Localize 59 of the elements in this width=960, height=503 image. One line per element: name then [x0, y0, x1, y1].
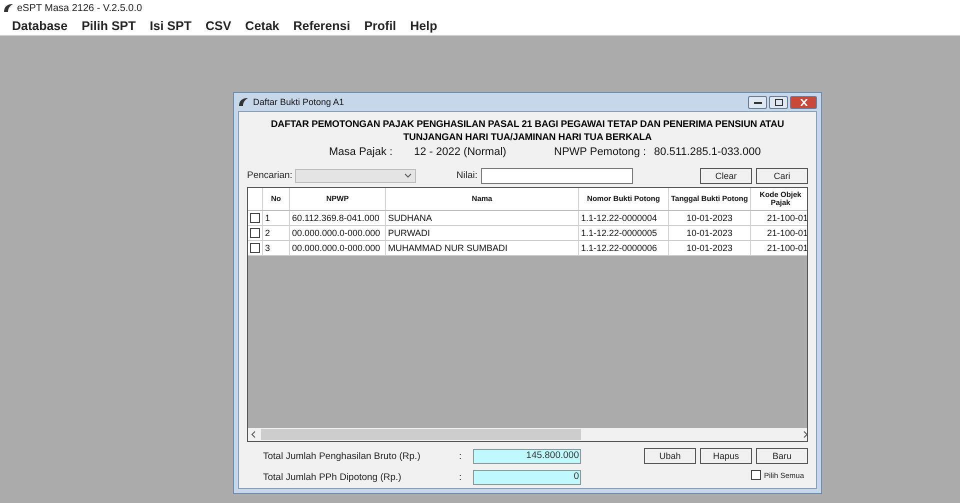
- masa-label: Masa Pajak :: [329, 146, 394, 158]
- npwp-label: NPWP Pemotong :: [554, 146, 648, 158]
- search-label: Pencarian:: [247, 170, 292, 181]
- row-checkbox[interactable]: [250, 243, 260, 253]
- dialog-title: Daftar Bukti Potong A1: [253, 97, 344, 107]
- close-icon: [800, 98, 808, 106]
- menu-item[interactable]: Pilih SPT: [74, 18, 143, 32]
- menu-item[interactable]: Isi SPT: [142, 18, 198, 32]
- search-button[interactable]: Cari: [756, 168, 808, 184]
- total-label: Total Jumlah PPh Dipotong (Rp.): [263, 472, 402, 484]
- menu-item[interactable]: Help: [403, 18, 444, 32]
- horizontal-scrollbar[interactable]: [248, 428, 807, 441]
- action-button[interactable]: Hapus: [700, 448, 752, 464]
- chevron-down-icon: [404, 173, 412, 178]
- window-title: eSPT Masa 2126 - V.2.5.0.0: [17, 2, 142, 14]
- table-cell: 10-01-2023: [669, 241, 751, 255]
- app-logo-icon: [238, 97, 249, 107]
- table-cell: 3: [263, 241, 290, 255]
- search-button[interactable]: Clear: [700, 168, 752, 184]
- row-checkbox[interactable]: [250, 213, 260, 223]
- table-cell: 1.1-12.22-0000005: [579, 226, 669, 240]
- menu-item[interactable]: Database: [5, 18, 75, 32]
- table-cell: 60.112.369.8-041.000: [290, 211, 386, 225]
- table-cell: 10-01-2023: [669, 226, 751, 240]
- report-heading: TUNJANGAN HARI TUA/JAMINAN HARI TUA BERKALA: [402, 131, 653, 144]
- close-button[interactable]: [790, 96, 817, 108]
- action-button[interactable]: Ubah: [644, 448, 696, 464]
- table-cell: 1: [263, 211, 290, 225]
- masa-value: 12 - 2022 (Normal): [414, 146, 508, 158]
- menu-item[interactable]: Referensi: [286, 18, 358, 32]
- value-label: Nilai:: [456, 170, 478, 181]
- total-value-field: 145.800.000: [473, 448, 581, 464]
- table-cell: 2: [263, 226, 290, 240]
- table-cell: 1.1-12.22-0000004: [579, 211, 669, 225]
- menu-item[interactable]: Profil: [357, 18, 404, 32]
- table-cell: 00.000.000.0-000.000: [290, 241, 386, 255]
- colon-label: :: [459, 472, 463, 484]
- app-logo-icon: [3, 3, 14, 13]
- table-cell: 1.1-12.22-0000006: [579, 241, 669, 255]
- table-cell: PURWADI: [386, 226, 579, 240]
- table-cell: MUHAMMAD NUR SUMBADI: [386, 241, 579, 255]
- minimize-icon: [754, 100, 762, 104]
- action-button[interactable]: Baru: [756, 448, 808, 464]
- total-value-field: 0: [473, 470, 581, 486]
- total-label: Total Jumlah Penghasilan Bruto (Rp.): [263, 450, 422, 462]
- maximize-button[interactable]: [769, 96, 788, 108]
- menu-item[interactable]: Cetak: [238, 18, 286, 32]
- maximize-icon: [774, 98, 782, 106]
- table-cell: 10-01-2023: [669, 211, 751, 225]
- colon-label: :: [459, 450, 463, 462]
- table-cell: 00.000.000.0-000.000: [290, 226, 386, 240]
- minimize-button[interactable]: [748, 96, 767, 108]
- report-heading: DAFTAR PEMOTONGAN PAJAK PENGHASILAN PASAL 21 BAGI PEGAWAI TETAP DAN PENERIMA PENSIUN ATAU: [270, 118, 786, 131]
- select-all-checkbox[interactable]: [750, 470, 761, 480]
- menu-item[interactable]: CSV: [198, 18, 238, 32]
- value-field[interactable]: [480, 168, 633, 184]
- row-checkbox[interactable]: [250, 228, 260, 238]
- table-cell: SUDHANA: [386, 211, 579, 225]
- npwp-value: 80.511.285.1-033.000: [654, 146, 762, 158]
